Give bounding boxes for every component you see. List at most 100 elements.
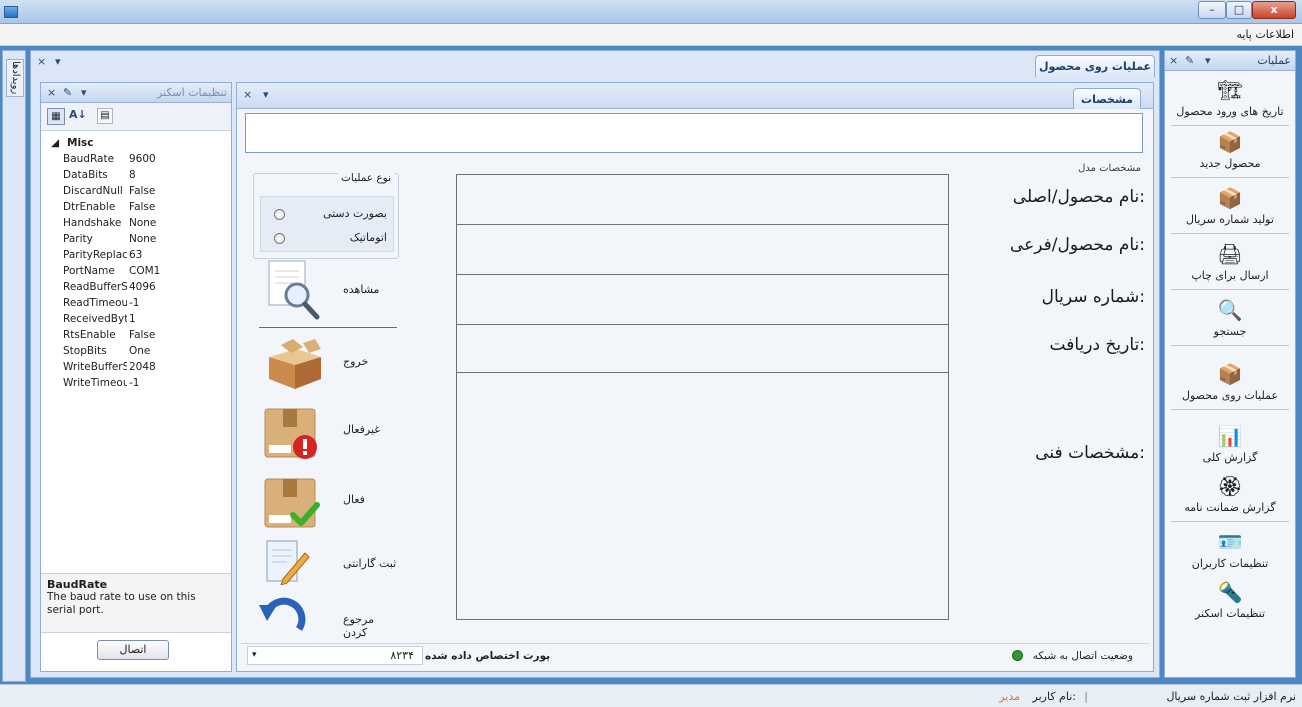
deactivate-button[interactable]: غیرفعال: [259, 405, 399, 465]
manual-radio[interactable]: [274, 209, 285, 220]
property-value[interactable]: -1: [129, 375, 139, 391]
exit-button[interactable]: خروج: [259, 335, 399, 395]
collapse-icon[interactable]: ◢: [51, 135, 59, 151]
nav-item[interactable]: 🏗 تاریخ های ورود محصول: [1167, 77, 1293, 118]
property-row[interactable]: ReadBufferSize4096: [41, 279, 231, 295]
property-row[interactable]: Parity None: [41, 231, 231, 247]
property-row[interactable]: DtrEnable False: [41, 199, 231, 215]
magnifier-document-icon: [268, 260, 320, 320]
port-select[interactable]: ▾ ۸۲۳۴: [247, 646, 423, 665]
property-value[interactable]: False: [129, 199, 155, 215]
sub-name-label: نام محصول/فرعی:: [1009, 235, 1145, 255]
return-button[interactable]: مرجوع کردن: [259, 587, 399, 639]
close-doc-icon[interactable]: ×: [37, 55, 46, 68]
nav-item[interactable]: 🔦 تنظیمات اسکنر: [1167, 579, 1293, 620]
property-value[interactable]: 9600: [129, 151, 156, 167]
nav-item-label: عملیات روی محصول: [1181, 389, 1279, 402]
product-name-box[interactable]: [245, 113, 1143, 153]
close-panel-icon[interactable]: ×: [47, 86, 56, 99]
printer-icon: 🖨: [1217, 242, 1243, 266]
property-row[interactable]: WriteTimeout -1: [41, 375, 231, 391]
nav-pin-icon[interactable]: ✎: [1185, 54, 1194, 67]
sub-name-field[interactable]: [457, 225, 948, 274]
tab-product-operations[interactable]: عملیات روی محصول: [1035, 55, 1155, 77]
property-pages-icon[interactable]: ▤: [97, 108, 113, 124]
doc-list-dropdown-icon[interactable]: ▾: [55, 55, 61, 68]
product-operations-panel: × ▾ مشخصات مشخصات مدل نام محصول/اصلی: نا…: [236, 82, 1154, 672]
register-warranty-button[interactable]: ثبت گارانتی: [259, 539, 399, 587]
inner-dropdown-icon[interactable]: ▾: [263, 88, 269, 101]
property-row[interactable]: Handshake None: [41, 215, 231, 231]
serial-number-field[interactable]: [457, 275, 948, 324]
close-button[interactable]: x: [1252, 1, 1296, 19]
close-nav-icon[interactable]: ×: [1169, 54, 1178, 67]
nav-item[interactable]: 📦 محصول جدید: [1167, 129, 1293, 170]
menu-item-base-info[interactable]: اطلاعات پایه: [1236, 28, 1294, 41]
left-autohide-strip: رویدادها: [2, 50, 26, 682]
tab-specifications[interactable]: مشخصات: [1073, 88, 1141, 109]
warranty-seal-icon: 🏵: [1217, 474, 1243, 498]
automatic-radio[interactable]: [274, 233, 285, 244]
property-name: ReceivedBytesThreshold: [63, 313, 127, 325]
property-value[interactable]: False: [129, 183, 155, 199]
operation-type-group: نوع عملیات بصورت دستی اتوماتیک: [253, 172, 399, 259]
property-row[interactable]: ReadTimeout -1: [41, 295, 231, 311]
panel-menu-icon[interactable]: ▾: [81, 86, 87, 99]
category-row[interactable]: ◢ Misc: [41, 135, 231, 151]
property-value[interactable]: One: [129, 343, 150, 359]
nav-item[interactable]: 📊 گزارش کلی: [1167, 423, 1293, 464]
categorized-icon[interactable]: ▦: [47, 108, 65, 125]
document-pen-icon: [266, 540, 310, 585]
main-name-field[interactable]: [457, 175, 948, 224]
status-bar: نرم افزار ثبت شماره سریال | نام کاربر: م…: [0, 684, 1302, 707]
nav-item-label: تنظیمات کاربران: [1191, 557, 1269, 570]
automatic-option[interactable]: اتوماتیک: [350, 231, 387, 244]
property-value[interactable]: None: [129, 231, 156, 247]
property-value[interactable]: 8: [129, 167, 136, 183]
report-chart-icon: 📊: [1217, 424, 1243, 448]
property-row[interactable]: DiscardNull False: [41, 183, 231, 199]
connect-button[interactable]: اتصال: [97, 640, 169, 660]
property-row[interactable]: ParityReplace63: [41, 247, 231, 263]
nav-item[interactable]: 🪪 تنظیمات کاربران: [1167, 529, 1293, 570]
property-row[interactable]: BaudRate 9600: [41, 151, 231, 167]
property-value[interactable]: COM1: [129, 263, 160, 279]
nav-item[interactable]: 🔍 جستجو: [1167, 297, 1293, 338]
property-value[interactable]: False: [129, 327, 155, 343]
property-value[interactable]: 63: [129, 247, 142, 263]
tech-specs-field[interactable]: [457, 373, 948, 619]
property-value[interactable]: 2048: [129, 359, 156, 375]
nav-menu-icon[interactable]: ▾: [1205, 54, 1211, 67]
minimize-button[interactable]: –: [1198, 1, 1226, 19]
property-value[interactable]: -1: [129, 295, 139, 311]
nav-separator: [1171, 289, 1289, 290]
view-button[interactable]: مشاهده: [259, 259, 399, 325]
receive-date-field[interactable]: [457, 325, 948, 372]
nav-item[interactable]: 📦 تولید شماره سریال: [1167, 185, 1293, 226]
description-title: BaudRate: [47, 578, 108, 591]
nav-item[interactable]: 🖨 ارسال برای چاپ: [1167, 241, 1293, 282]
separator: [259, 327, 397, 328]
property-row[interactable]: RtsEnable False: [41, 327, 231, 343]
property-row[interactable]: ReceivedBytesThreshold1: [41, 311, 231, 327]
scanner-panel-title: تنظیمات اسکنر: [156, 86, 227, 99]
property-name: BaudRate: [63, 153, 115, 165]
property-value[interactable]: 1: [129, 311, 136, 327]
nav-item[interactable]: 🏵 گزارش ضمانت نامه: [1167, 473, 1293, 514]
property-value[interactable]: 4096: [129, 279, 156, 295]
nav-item-label: تولید شماره سریال: [1186, 213, 1274, 226]
property-row[interactable]: PortName COM1: [41, 263, 231, 279]
activate-button[interactable]: فعال: [259, 475, 399, 535]
maximize-button[interactable]: □: [1226, 1, 1252, 19]
alphabetical-sort-icon[interactable]: A↓: [69, 108, 87, 121]
field-labels: نام محصول/اصلی: نام محصول/فرعی: شماره سر…: [949, 173, 1145, 613]
close-inner-icon[interactable]: ×: [243, 88, 252, 101]
nav-item[interactable]: 📦 عملیات روی محصول: [1167, 361, 1293, 402]
property-value[interactable]: None: [129, 215, 156, 231]
pin-icon[interactable]: ✎: [63, 86, 72, 99]
events-tab[interactable]: رویدادها: [6, 59, 24, 97]
property-row[interactable]: StopBits One: [41, 343, 231, 359]
property-row[interactable]: DataBits 8: [41, 167, 231, 183]
manual-option[interactable]: بصورت دستی: [323, 207, 387, 220]
property-row[interactable]: WriteBufferSize2048: [41, 359, 231, 375]
